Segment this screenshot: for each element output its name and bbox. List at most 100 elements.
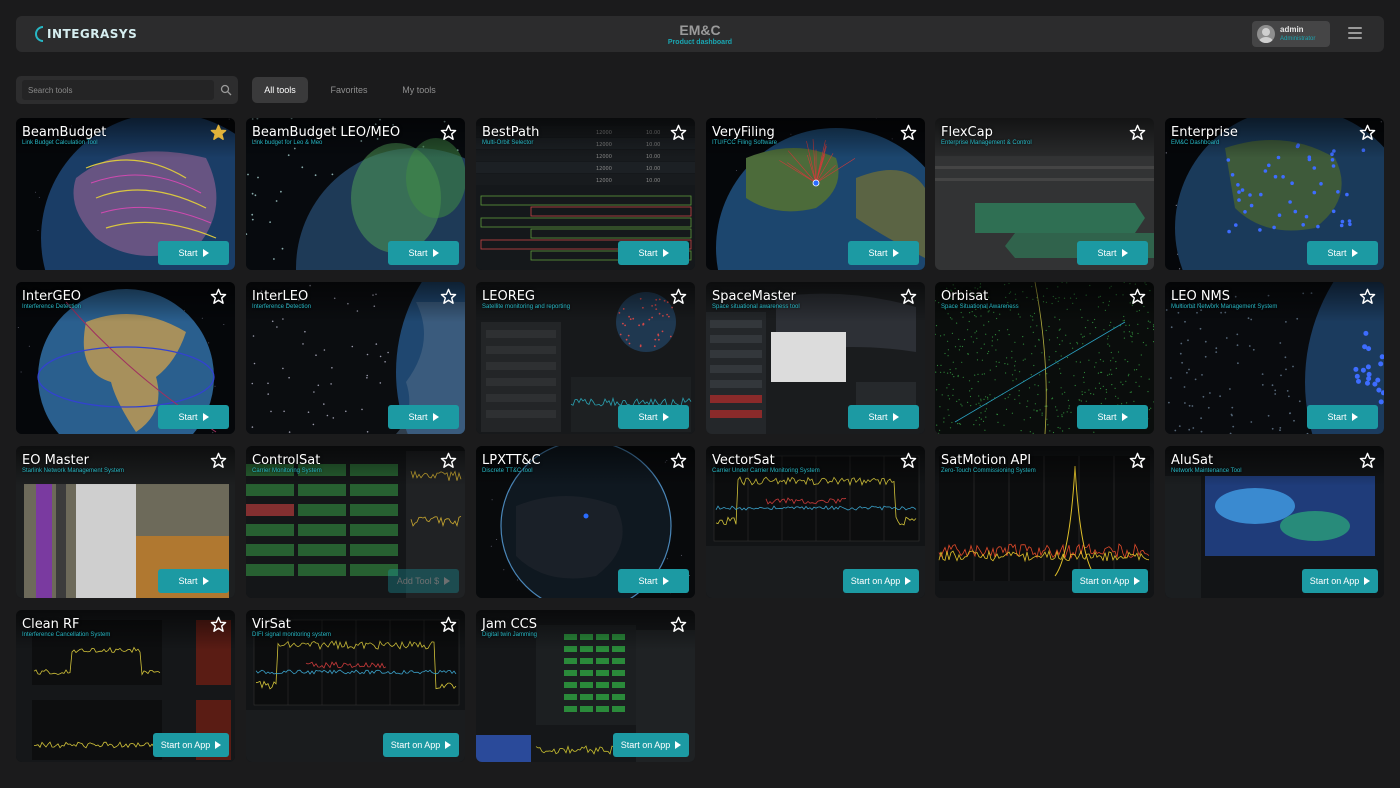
start-on-app-button[interactable]: Start on App [613,733,689,757]
svg-text:12000: 12000 [596,178,612,184]
star-outline-icon[interactable] [1129,452,1146,469]
tool-subtitle: Link Budget Calculation Tool [22,140,98,146]
tab-all-tools[interactable]: All tools [252,77,308,103]
tool-subtitle: EM&C Dashboard [1171,140,1220,146]
tool-subtitle: ITU/FCC Filing Software [712,140,778,146]
tool-title: FlexCap [941,125,993,140]
tool-card-controlsat[interactable]: ControlSat Carrier Monitoring System Add… [246,446,465,598]
play-icon [1121,249,1128,257]
button-label: Start [1327,412,1347,422]
star-outline-icon[interactable] [670,288,687,305]
start-button[interactable]: Start [1307,241,1378,265]
star-outline-icon[interactable] [900,452,917,469]
star-outline-icon[interactable] [440,124,457,141]
button-label: Start [638,248,658,258]
star-outline-icon[interactable] [670,124,687,141]
tool-subtitle: Digital twin Jamming [482,632,538,638]
start-button[interactable]: Start [388,405,459,429]
start-button[interactable]: Start [158,241,229,265]
star-outline-icon[interactable] [1359,124,1376,141]
search-icon[interactable] [220,84,232,96]
tool-card-bestpath[interactable]: 1200010.001200010.001200010.001200010.00… [476,118,695,270]
star-outline-icon[interactable] [1359,288,1376,305]
button-label: Start on App [390,740,441,750]
hamburger-icon[interactable] [1348,27,1362,41]
tool-card-virsat[interactable]: VirSat DIFI signal monitoring system Sta… [246,610,465,762]
star-filled-icon[interactable] [210,124,227,141]
button-label: Start [638,576,658,586]
tab-favorites[interactable]: Favorites [322,77,376,103]
tool-card-jam-ccs[interactable]: Jam CCS Digital twin Jamming Start on Ap… [476,610,695,762]
tab-my-tools[interactable]: My tools [392,77,446,103]
star-outline-icon[interactable] [440,452,457,469]
button-label: Start on App [850,576,901,586]
play-icon [215,741,222,749]
tool-subtitle: Enterprise Management & Control [941,140,1032,146]
star-outline-icon[interactable] [1129,124,1146,141]
top-bar: INTEGRASYS EM&C Product dashboard admin … [16,16,1384,52]
tool-card-intergeo[interactable]: InterGEO Interference Detection Start [16,282,235,434]
tool-title: Clean RF [22,617,80,632]
start-button[interactable]: Start [388,241,459,265]
start-button[interactable]: Start [618,241,689,265]
star-outline-icon[interactable] [900,288,917,305]
play-icon [892,249,899,257]
tool-title: ControlSat [252,453,321,468]
play-icon [675,741,682,749]
tool-card-leoreg[interactable]: LEOREG Satellite monitoring and reportin… [476,282,695,434]
start-on-app-button[interactable]: Start on App [843,569,919,593]
start-button[interactable]: Start [1307,405,1378,429]
star-outline-icon[interactable] [210,616,227,633]
start-button[interactable]: Start [618,569,689,593]
integrasys-logo[interactable]: INTEGRASYS [34,25,137,43]
start-button[interactable]: Start [848,405,919,429]
tool-card-beambudget[interactable]: BeamBudget Link Budget Calculation Tool … [16,118,235,270]
star-outline-icon[interactable] [1359,452,1376,469]
tool-card-interleo[interactable]: InterLEO Interference Detection Start [246,282,465,434]
star-outline-icon[interactable] [440,616,457,633]
start-on-app-button[interactable]: Start on App [153,733,229,757]
tool-card-clean-rf[interactable]: Clean RF Interference Cancellation Syste… [16,610,235,762]
tool-card-eo-master[interactable]: EO Master Starlink Network Management Sy… [16,446,235,598]
tool-card-spacemaster[interactable]: SpaceMaster Space situational awareness … [706,282,925,434]
play-icon [662,413,669,421]
button-label: Start [868,248,888,258]
star-outline-icon[interactable] [1129,288,1146,305]
tool-card-orbisat[interactable]: Orbisat Space Situational Awareness Star… [935,282,1154,434]
tool-card-leo-nms[interactable]: LEO NMS Multiorbit Network Management Sy… [1165,282,1384,434]
star-outline-icon[interactable] [440,288,457,305]
tool-subtitle: Interference Cancellation System [22,632,111,638]
star-outline-icon[interactable] [210,452,227,469]
tool-title: VirSat [252,617,291,632]
start-button[interactable]: Start [848,241,919,265]
tool-card-flexcap[interactable]: FlexCap Enterprise Management & Control … [935,118,1154,270]
button-label: Start [408,412,428,422]
search-input[interactable] [22,80,214,100]
svg-text:10.00: 10.00 [646,166,660,172]
tool-card-lpxtt-c[interactable]: LPXTT&C Discrete TT&C tool Start [476,446,695,598]
tool-card-beambudget-leo-meo[interactable]: BeamBudget LEO/MEO Link budget for Leo &… [246,118,465,270]
star-outline-icon[interactable] [670,616,687,633]
start-on-app-button[interactable]: Start on App [1302,569,1378,593]
user-profile[interactable]: admin Administrator [1252,21,1330,47]
tool-subtitle: Carrier Monitoring System [252,468,322,474]
star-outline-icon[interactable] [210,288,227,305]
tool-card-vectorsat[interactable]: VectorSat Carrier Under Carrier Monitori… [706,446,925,598]
tool-title: BeamBudget [22,125,107,140]
tool-title: LEO NMS [1171,289,1231,304]
tool-card-enterprise[interactable]: Enterprise EM&C Dashboard Start [1165,118,1384,270]
star-outline-icon[interactable] [670,452,687,469]
start-on-app-button[interactable]: Start on App [1072,569,1148,593]
star-outline-icon[interactable] [900,124,917,141]
tool-card-satmotion-api[interactable]: SatMotion API Zero-Touch Commissioning S… [935,446,1154,598]
start-button[interactable]: Add Tool $ [388,569,459,593]
start-button[interactable]: Start [158,405,229,429]
tool-card-veryfiling[interactable]: VeryFiling ITU/FCC Filing Software Start [706,118,925,270]
start-button[interactable]: Start [1077,405,1148,429]
start-button[interactable]: Start [158,569,229,593]
logo-text: INTEGRASYS [47,27,138,41]
start-on-app-button[interactable]: Start on App [383,733,459,757]
start-button[interactable]: Start [1077,241,1148,265]
tool-card-alusat[interactable]: AluSat Network Maintenance Tool Start on… [1165,446,1384,598]
start-button[interactable]: Start [618,405,689,429]
